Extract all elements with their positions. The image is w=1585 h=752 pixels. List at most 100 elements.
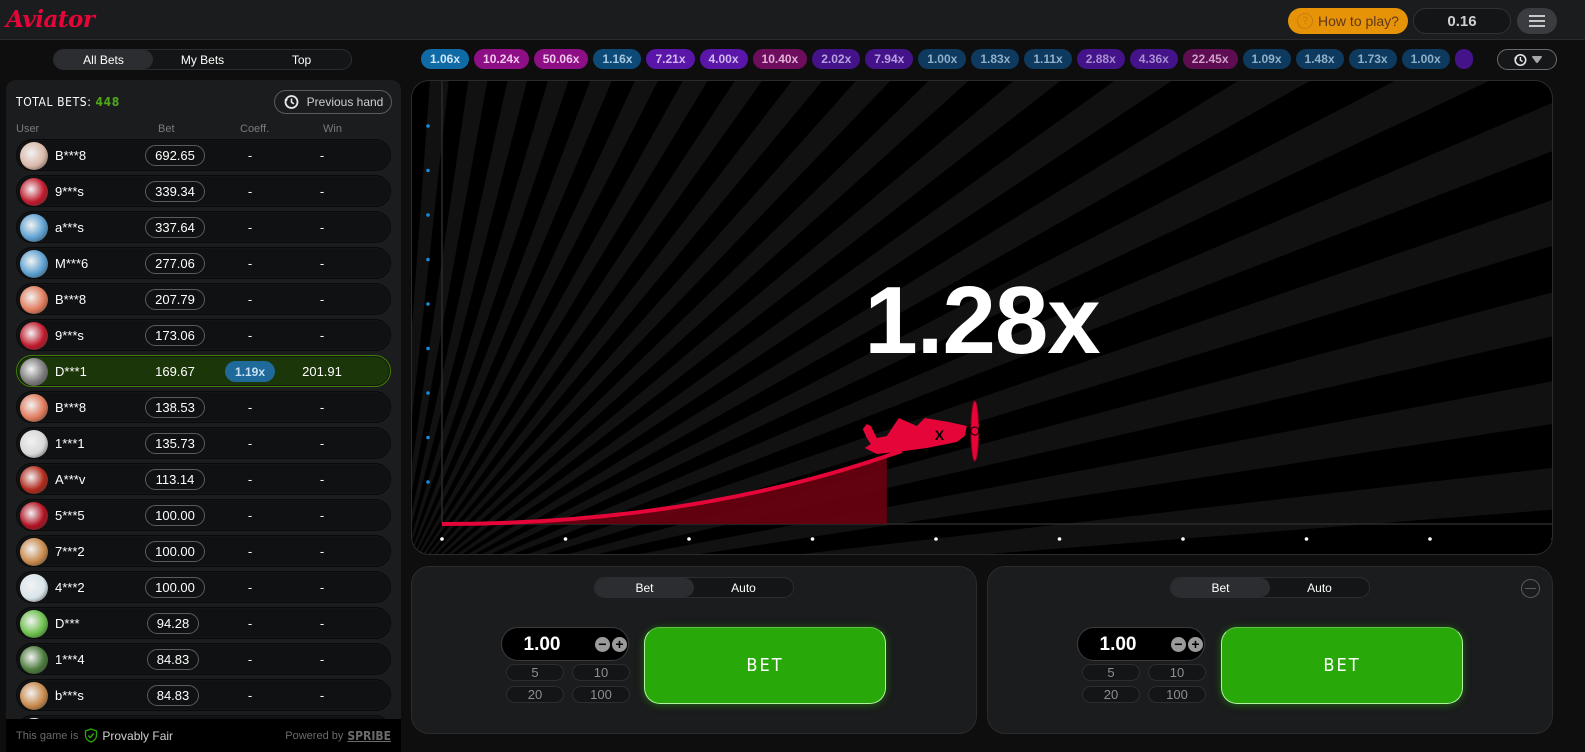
y-axis-dot [426,435,430,440]
current-multiplier: 1.28x [864,267,1100,374]
bet-row: 4***2 100.00 - - [16,571,391,603]
history-multiplier-chip[interactable]: 1.00x [918,49,967,69]
bet-button[interactable]: BET [1221,627,1463,704]
tab-all-bets[interactable]: All Bets [54,50,153,69]
bet-coeff: - [247,292,253,307]
y-axis-dot [426,124,430,128]
remove-bet-panel-button[interactable] [1521,579,1540,598]
history-multiplier-chip[interactable] [1454,49,1473,69]
column-win: Win [323,123,342,135]
powered-by-label: Powered by [285,729,344,742]
y-axis-dot [426,168,430,173]
bet-row: 1***4 84.83 - - [16,643,391,675]
shield-check-icon [85,728,98,743]
tab-auto[interactable]: Auto [1270,578,1369,597]
bet-amount-value[interactable]: 1.00 [1078,634,1158,656]
balance-display: 0.16 [1413,8,1511,34]
bet-row: D***1 169.67 1.19x 201.91 [16,355,391,387]
quick-amount-100[interactable]: 100 [1148,686,1206,703]
quick-amount-20[interactable]: 20 [1082,686,1140,703]
tab-top[interactable]: Top [252,50,351,69]
history-multiplier-chip[interactable]: 2.88x [1076,49,1125,69]
y-axis-dot [426,213,430,217]
avatar [20,574,48,602]
history-multiplier-chip[interactable]: 2.02x [812,49,861,69]
menu-button[interactable] [1517,8,1557,34]
tab-bet[interactable]: Bet [595,578,694,597]
hamburger-icon-line [1529,25,1545,27]
history-multiplier-chip[interactable]: 1.48x [1295,49,1344,69]
bet-amount: 84.83 [147,649,199,670]
plus-icon[interactable]: + [612,637,627,652]
bet-user: B***8 [55,292,87,307]
tab-my-bets[interactable]: My Bets [153,50,252,69]
avatar [20,430,48,458]
provably-fair-link[interactable]: Provably Fair [102,729,173,743]
bet-amount: 94.28 [147,613,199,634]
bet-user: 9***s [55,328,84,343]
history-multiplier-chip[interactable]: 1.11x [1024,49,1072,69]
bet-row: b***s 84.83 - - [16,679,391,711]
y-axis-dot [426,257,430,262]
bet-coeff: - [247,400,253,415]
history-multiplier-chip[interactable]: 7.21x [646,49,695,69]
how-to-play-button[interactable]: ? How to play? [1288,8,1408,34]
bet-row: 9***s 173.06 - - [16,319,391,351]
history-multiplier-chip[interactable]: 10.24x [474,49,529,69]
bet-win: - [319,436,325,451]
previous-hand-button[interactable]: Previous hand [274,90,392,114]
minus-icon[interactable]: − [595,637,610,652]
bet-panel-2: Bet Auto 1.00 − + 5 10 20 100 BET [987,566,1553,734]
history-multiplier-chip[interactable]: 7.94x [865,49,914,69]
column-bet: Bet [158,123,175,135]
quick-amount-100[interactable]: 100 [572,686,630,703]
history-multiplier-chip[interactable]: 50.06x [533,49,589,69]
quick-amount-5[interactable]: 5 [506,664,564,681]
avatar [20,322,48,350]
bet-coeff: - [247,508,253,523]
quick-amount-20[interactable]: 20 [506,686,564,703]
history-multiplier-chip[interactable]: 22.45x [1182,49,1238,69]
avatar [20,682,48,710]
tab-auto[interactable]: Auto [694,578,793,597]
x-axis-dot [1057,537,1062,541]
hamburger-icon-line [1529,20,1545,22]
history-multiplier-chip[interactable]: 1.73x [1348,49,1397,69]
question-icon: ? [1297,13,1314,29]
bet-amount: 113.14 [145,469,205,490]
history-multiplier-chip[interactable]: 1.83x [971,49,1020,69]
quick-amount-10[interactable]: 10 [572,664,630,681]
y-axis-dot [426,346,430,351]
minus-icon[interactable]: − [1171,637,1186,652]
history-multiplier-chip[interactable]: 1.00x [1401,49,1450,69]
history-multiplier-chip[interactable]: 1.09x [1242,49,1291,69]
plus-icon[interactable]: + [1188,637,1203,652]
history-multiplier-chip[interactable]: 1.06x [421,49,470,69]
history-dropdown-button[interactable] [1497,49,1557,70]
avatar [20,250,48,278]
history-multiplier-chip[interactable]: 4.00x [699,49,748,69]
bet-panel-1: Bet Auto 1.00 − + 5 10 20 100 BET [411,566,977,734]
history-multiplier-chip[interactable]: 1.16x [593,49,642,69]
bet-button[interactable]: BET [644,627,886,704]
bet-coeff: - [247,148,253,163]
bet-amount-value[interactable]: 1.00 [502,634,582,656]
avatar [20,646,48,674]
bet-user: M***6 [55,256,89,271]
y-axis-dot [426,480,430,484]
bet-amount: 100.00 [145,577,205,598]
avatar [20,394,48,422]
x-axis-dot [934,537,938,541]
bet-amount-stepper[interactable]: 1.00 − + [1077,627,1205,661]
history-multiplier-chip[interactable]: 10.40x [752,49,808,69]
quick-amount-5[interactable]: 5 [1082,664,1140,681]
bet-amount-stepper[interactable]: 1.00 − + [501,627,629,661]
tab-bet[interactable]: Bet [1171,578,1270,597]
bet-win: - [319,508,325,523]
quick-amount-10[interactable]: 10 [1148,664,1206,681]
bet-amount: 135.73 [145,433,205,454]
bet-row: M***6 277.06 - - [16,247,391,279]
avatar [20,502,48,530]
bet-coeff: - [247,328,253,343]
history-multiplier-chip[interactable]: 4.36x [1129,49,1178,69]
